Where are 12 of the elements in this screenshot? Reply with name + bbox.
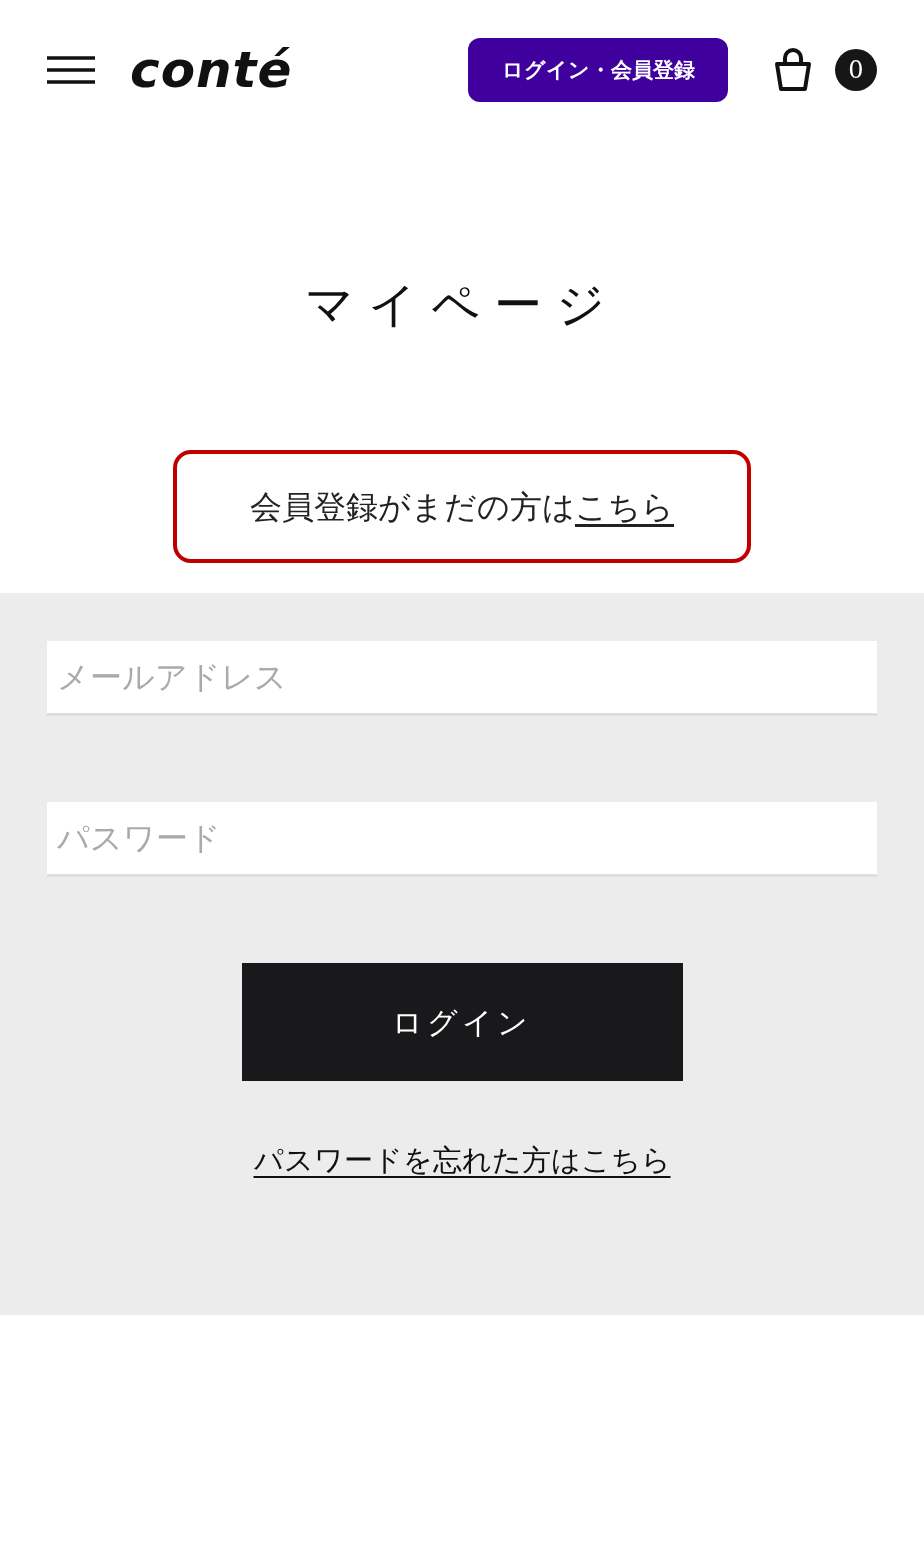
register-link[interactable]: こちら	[575, 487, 674, 526]
shopping-bag-icon[interactable]	[774, 48, 812, 92]
login-register-button[interactable]: ログイン・会員登録	[468, 38, 728, 102]
register-prompt: 会員登録がまだの方は こちら	[250, 486, 674, 528]
page-title: マイページ	[304, 280, 620, 328]
forgot-password-link[interactable]: パスワードを忘れた方はこちら	[253, 1139, 671, 1183]
logo[interactable]: conté	[130, 45, 293, 95]
menu-icon[interactable]	[47, 56, 95, 84]
login-button[interactable]: ログイン	[241, 963, 683, 1081]
email-field[interactable]: メールアドレス	[47, 641, 877, 716]
cart-count-badge: 0	[835, 49, 877, 91]
password-field[interactable]: パスワード	[47, 802, 877, 877]
